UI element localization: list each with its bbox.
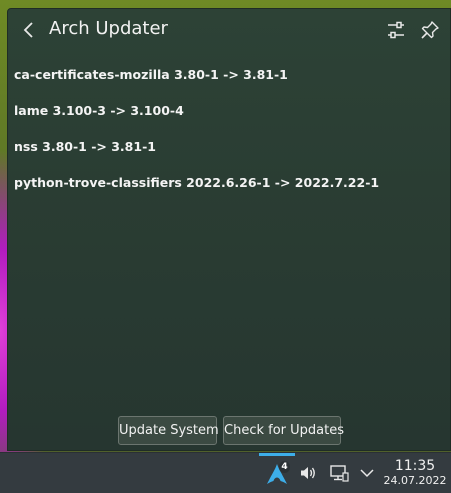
updates-list: ca-certificates-mozilla 3.80-1 -> 3.81-1…: [14, 66, 440, 210]
update-item: nss 3.80-1 -> 3.81-1: [14, 139, 156, 154]
show-hidden-icons-button[interactable]: [356, 462, 378, 484]
update-item: ca-certificates-mozilla 3.80-1 -> 3.81-1: [14, 67, 288, 82]
taskbar: 4 11:35 24.07.2022: [0, 452, 451, 493]
back-button[interactable]: [18, 19, 40, 41]
pin-button[interactable]: [419, 19, 441, 41]
volume-icon: [301, 467, 315, 479]
chevron-down-icon: [360, 469, 374, 478]
update-item: lame 3.100-3 -> 3.100-4: [14, 103, 184, 118]
volume-tray-button[interactable]: [297, 462, 319, 484]
arch-updater-popup: Arch Updater ca-certificates-mozilla 3.8…: [7, 8, 451, 451]
popup-header: Arch Updater: [8, 9, 450, 51]
settings-sliders-icon: [388, 21, 404, 39]
network-tray-button[interactable]: [328, 462, 350, 484]
update-count-badge: 4: [279, 461, 290, 473]
clock-date: 24.07.2022: [383, 474, 447, 487]
digital-clock[interactable]: 11:35 24.07.2022: [383, 458, 447, 488]
arch-updater-tray-button[interactable]: 4: [258, 453, 296, 493]
check-for-updates-button[interactable]: Check for Updates: [223, 416, 344, 445]
chevron-left-icon: [23, 22, 33, 38]
clock-time: 11:35: [394, 458, 436, 474]
network-icon: [330, 465, 349, 482]
update-item: python-trove-classifiers 2022.6.26-1 -> …: [14, 175, 380, 190]
update-system-button[interactable]: Update System: [118, 416, 219, 445]
configure-button[interactable]: [385, 19, 407, 41]
popup-title: Arch Updater: [49, 18, 168, 39]
pin-icon: [421, 21, 439, 39]
